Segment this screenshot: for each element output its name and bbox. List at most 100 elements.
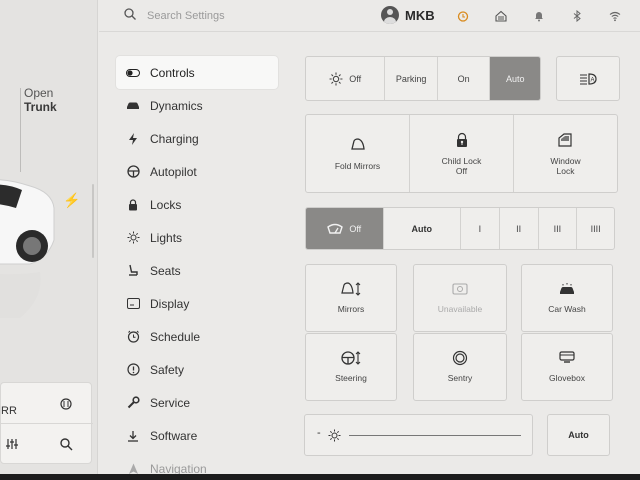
menu-item-lights[interactable]: Lights (116, 221, 278, 254)
bluetooth-icon[interactable] (571, 9, 583, 23)
wrench-icon (126, 396, 140, 410)
steering-wheel-icon (126, 165, 140, 179)
wipers-speed-1-label: I (478, 223, 482, 234)
headlights-on-option[interactable]: On (438, 57, 491, 100)
menu-item-label: Controls (150, 65, 195, 80)
headlights-off-label: Off (349, 73, 362, 84)
menu-item-dynamics[interactable]: Dynamics (116, 89, 278, 122)
menu-item-schedule[interactable]: Schedule (116, 320, 278, 353)
steering-adjust-button[interactable]: Steering (305, 333, 397, 401)
wipers-speed-2-option[interactable]: II (500, 208, 539, 249)
menu-item-locks[interactable]: Locks (116, 188, 278, 221)
mirror-adjust-icon (341, 282, 361, 296)
menu-item-label: Autopilot (150, 164, 197, 179)
menu-item-label: Safety (150, 362, 185, 377)
wipers-off-option[interactable]: Off (306, 208, 384, 249)
menu-item-safety[interactable]: Safety (116, 353, 278, 386)
wipers-speed-1-option[interactable]: I (461, 208, 500, 249)
mirror-icon (350, 137, 365, 150)
wipers-speed-4-option[interactable]: IIII (577, 208, 614, 249)
car-image (0, 179, 55, 318)
car-panel: Open Trunk ⚡ RR (0, 0, 98, 474)
menu-item-label: Navigation (150, 461, 207, 475)
wipers-speed-3-option[interactable]: III (539, 208, 578, 249)
glovebox-label: Glovebox (549, 373, 585, 383)
homelink-icon[interactable] (495, 9, 507, 22)
menu-item-navigation[interactable]: Navigation (116, 452, 278, 474)
camera-icon (452, 283, 468, 295)
menu-item-controls[interactable]: Controls (116, 56, 278, 89)
menu-item-display[interactable]: Display (116, 287, 278, 320)
car-wash-icon (560, 283, 574, 294)
window-lock-label-1: Window (550, 155, 581, 166)
menu-item-charging[interactable]: Charging (116, 122, 278, 155)
car-icon (126, 99, 140, 113)
child-lock-button[interactable]: Child Lock Off (410, 115, 514, 192)
status-icons (457, 9, 621, 23)
menu-item-service[interactable]: Service (116, 386, 278, 419)
download-icon (126, 429, 140, 443)
mirrors-adjust-button[interactable]: Mirrors (305, 264, 397, 332)
settings-screen: Open Trunk ⚡ RR Search Settings MKB Cont… (0, 0, 640, 474)
notification-bell-icon[interactable] (533, 9, 545, 22)
brightness-minus-icon[interactable]: - (317, 427, 321, 439)
seat-icon (126, 264, 140, 278)
toggle-icon (126, 66, 140, 80)
headlights-parking-option[interactable]: Parking (385, 57, 438, 100)
wifi-icon[interactable] (609, 9, 621, 22)
menu-item-autopilot[interactable]: Autopilot (116, 155, 278, 188)
lock-icon (126, 198, 140, 212)
fold-mirrors-button[interactable]: Fold Mirrors (306, 115, 410, 192)
car-wash-label: Car Wash (548, 304, 586, 314)
sentry-button[interactable]: Sentry (413, 333, 507, 401)
steering-label: Steering (335, 373, 367, 383)
search-input[interactable] (147, 7, 327, 25)
panel-scrollbar[interactable] (92, 184, 94, 258)
open-trunk-button[interactable]: Open Trunk (24, 86, 57, 114)
alarm-clock-icon[interactable] (457, 9, 469, 22)
fold-mirrors-label: Fold Mirrors (334, 160, 381, 171)
menu-item-label: Service (150, 395, 191, 410)
sentry-icon (452, 350, 468, 366)
rear-right-label: RR (1, 405, 17, 417)
window-lock-icon (557, 132, 572, 147)
headlights-selector: Off Parking On Auto (305, 56, 541, 101)
menu-item-software[interactable]: Software (116, 419, 278, 452)
menu-item-seats[interactable]: Seats (116, 254, 278, 287)
window-lock-button[interactable]: Window Lock (514, 115, 617, 192)
quick-search-icon[interactable] (59, 437, 73, 454)
seat-heater-icon[interactable] (59, 397, 73, 414)
headlights-off-option[interactable]: Off (306, 57, 386, 100)
car-wash-button[interactable]: Car Wash (521, 264, 613, 332)
bolt-icon (126, 132, 140, 146)
trunk-label-open: Open (24, 86, 54, 100)
menu-item-label: Seats (150, 263, 181, 278)
menu-item-label: Display (150, 296, 190, 311)
unavailable-button: Unavailable (413, 264, 507, 332)
brightness-slider[interactable] (349, 435, 521, 436)
child-lock-state: Off (455, 165, 468, 176)
brightness-auto-button[interactable]: Auto (547, 414, 610, 456)
headlights-parking-label: Parking (395, 73, 427, 84)
wipers-speed-4-label: IIII (590, 223, 601, 234)
window-lock-label-2: Lock (556, 165, 575, 176)
quick-controls: RR (0, 382, 93, 464)
screen-bezel (0, 474, 640, 480)
glovebox-button[interactable]: Glovebox (521, 333, 613, 401)
profile-button[interactable]: MKB (381, 6, 435, 24)
auto-high-beam-button[interactable]: A (556, 56, 620, 101)
unavailable-label: Unavailable (437, 304, 483, 314)
menu-item-label: Schedule (150, 329, 201, 344)
headlights-auto-option[interactable]: Auto (490, 57, 540, 100)
search-icon (124, 8, 136, 20)
top-bar: MKB (99, 0, 640, 32)
wipers-auto-option[interactable]: Auto (384, 208, 461, 249)
display-icon (126, 297, 140, 311)
mirrors-label: Mirrors (337, 304, 365, 314)
brightness-sun-icon (328, 429, 341, 442)
navigation-icon (126, 462, 140, 475)
wipers-auto-label: Auto (411, 223, 433, 234)
controls-sliders-icon[interactable] (5, 437, 19, 454)
wipers-speed-2-label: II (516, 223, 522, 234)
glovebox-icon (559, 351, 575, 363)
